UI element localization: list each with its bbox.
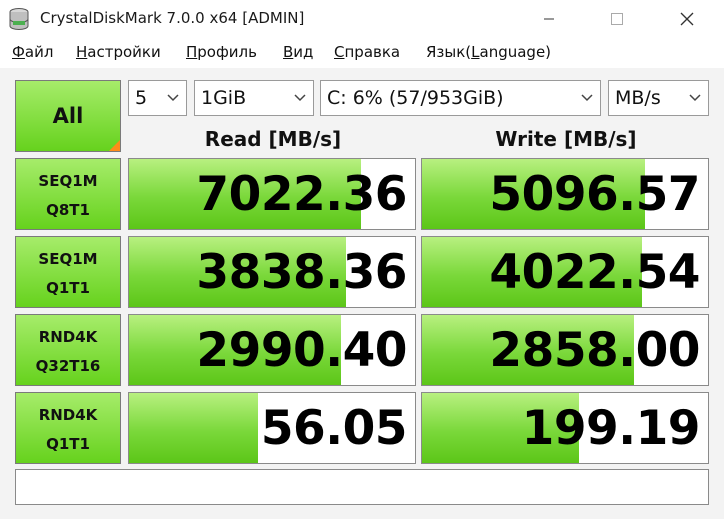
unit-value: MB/s (615, 87, 661, 109)
drive-select[interactable]: C: 6% (57/953GiB) (320, 80, 601, 116)
menu-help[interactable]: Справка (334, 43, 400, 61)
test-size-value: 1GiB (201, 87, 247, 109)
menu-help-rest: правка (344, 43, 401, 61)
read-value: 2990.40 (196, 323, 407, 378)
write-value: 5096.57 (489, 167, 700, 222)
write-result-cell: 5096.57 (421, 158, 709, 230)
menu-settings-mnemonic: Н (76, 43, 88, 61)
seq1m-q8t1-button[interactable]: SEQ1M Q8T1 (15, 158, 121, 230)
test-count-select[interactable]: 5 (128, 80, 187, 116)
test-size-select[interactable]: 1GiB (194, 80, 314, 116)
all-tests-label: All (52, 104, 84, 128)
write-result-cell: 2858.00 (421, 314, 709, 386)
unit-select[interactable]: MB/s (608, 80, 709, 116)
write-result-cell: 4022.54 (421, 236, 709, 308)
corner-marker (109, 140, 120, 151)
menu-language[interactable]: Язык(Language) (426, 43, 551, 61)
test-name: RND4K (38, 406, 98, 424)
read-result-cell: 56.05 (128, 392, 416, 464)
menu-view-mnemonic: В (283, 43, 294, 61)
read-value: 3838.36 (196, 245, 407, 300)
menu-view[interactable]: Вид (283, 43, 313, 61)
window-title: CrystalDiskMark 7.0.0 x64 [ADMIN] (40, 9, 305, 27)
menu-language-mnemonic: L (471, 43, 480, 61)
read-value: 7022.36 (196, 167, 407, 222)
drive-value: C: 6% (57/953GiB) (327, 87, 504, 109)
read-result-cell: 7022.36 (128, 158, 416, 230)
rnd4k-q1t1-button[interactable]: RND4K Q1T1 (15, 392, 121, 464)
menu-file-mnemonic: Ф (12, 43, 25, 61)
read-bar (129, 393, 258, 463)
write-result-cell: 199.19 (421, 392, 709, 464)
chevron-down-icon (294, 94, 306, 102)
test-name: SEQ1M (38, 172, 98, 190)
maximize-button[interactable] (594, 0, 640, 38)
menu-profile-rest: рофиль (197, 43, 257, 61)
minimize-button[interactable] (526, 0, 572, 38)
test-params: Q32T16 (35, 357, 101, 375)
chevron-down-icon (689, 94, 701, 102)
rnd4k-q32t16-button[interactable]: RND4K Q32T16 (15, 314, 121, 386)
test-count-value: 5 (135, 87, 148, 109)
all-tests-button[interactable]: All (15, 80, 121, 152)
chevron-down-icon (581, 94, 593, 102)
menu-file[interactable]: Файл (12, 43, 53, 61)
read-result-cell: 2990.40 (128, 314, 416, 386)
test-params: Q1T1 (46, 435, 90, 453)
test-params: Q8T1 (46, 201, 90, 219)
menu-help-mnemonic: С (334, 43, 345, 61)
menu-view-rest: ид (293, 43, 314, 61)
write-value: 199.19 (521, 401, 701, 456)
write-value: 4022.54 (489, 245, 700, 300)
test-name: RND4K (38, 328, 98, 346)
menu-bar: Файл Настройки Профиль Вид Справка Язык(… (0, 38, 724, 68)
read-result-cell: 3838.36 (128, 236, 416, 308)
menu-profile[interactable]: Профиль (186, 43, 257, 61)
close-button[interactable] (664, 0, 710, 38)
chevron-down-icon (167, 94, 179, 102)
seq1m-q1t1-button[interactable]: SEQ1M Q1T1 (15, 236, 121, 308)
test-params: Q1T1 (46, 279, 90, 297)
app-disk-icon (8, 7, 30, 31)
test-name: SEQ1M (38, 250, 98, 268)
menu-settings-rest: астройки (87, 43, 161, 61)
read-value: 56.05 (260, 401, 408, 456)
menu-file-rest: айл (24, 43, 54, 61)
menu-profile-mnemonic: П (186, 43, 198, 61)
write-value: 2858.00 (489, 323, 700, 378)
write-column-header: Write [MB/s] (495, 127, 637, 151)
menu-language-rest: anguage) (479, 43, 552, 61)
comment-input[interactable] (15, 469, 709, 505)
menu-language-pre: Язык( (426, 43, 472, 61)
title-bar: CrystalDiskMark 7.0.0 x64 [ADMIN] (0, 0, 724, 38)
read-column-header: Read [MB/s] (204, 127, 342, 151)
menu-settings[interactable]: Настройки (76, 43, 161, 61)
